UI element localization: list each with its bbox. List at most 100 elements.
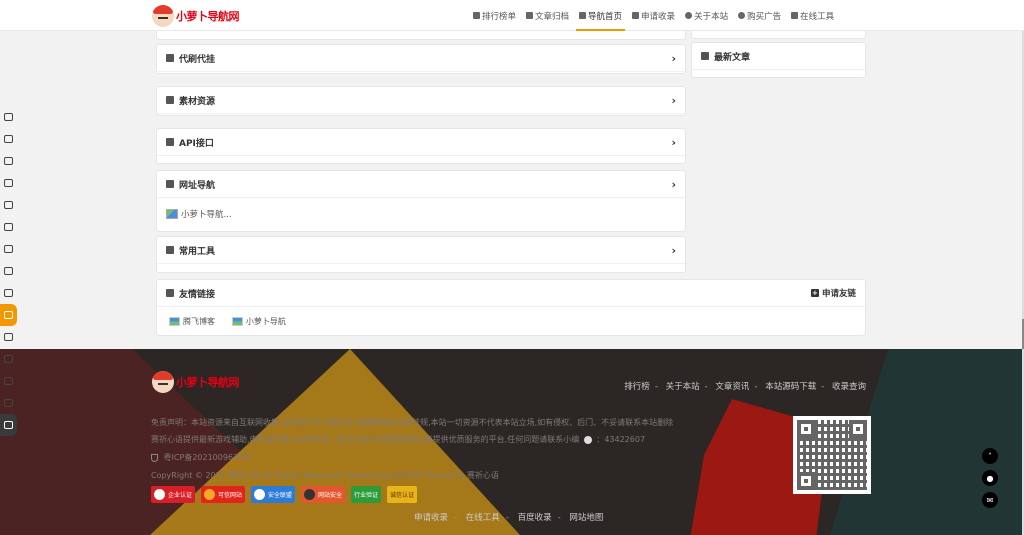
qq-icon: [583, 435, 592, 444]
chevron-right-icon[interactable]: ›: [671, 136, 676, 149]
main-nav: 排行榜单 文章归档 导航首页 申请收录 关于本站 购买广告 在线工具: [468, 0, 839, 31]
footer-qq: 43422607: [604, 435, 646, 444]
send-icon: [166, 180, 174, 188]
nav-submit[interactable]: 申请收录: [627, 0, 680, 31]
site-logo[interactable]: 小萝卜导航网: [152, 5, 240, 27]
bag-icon: [166, 54, 174, 62]
logo-text: 小萝卜导航网: [176, 10, 240, 23]
plus-square-icon: +: [810, 289, 819, 297]
footer-about: 赛祈心语提供最新游戏辅助,电影抢先看,QQ软件等。努力打造为全国网络爱好者提供优…: [151, 435, 646, 444]
footer-disclaimer: 免责声明：本站资源来自互联网收集,仅供用于学习和交流,请遵循相关法律法规,本站一…: [151, 418, 674, 427]
chevron-right-icon[interactable]: ›: [671, 94, 676, 107]
cloud-download-icon[interactable]: [0, 172, 17, 194]
android-icon[interactable]: [0, 282, 17, 304]
nav-home[interactable]: 导航首页: [574, 0, 627, 31]
badge-icon: [204, 489, 216, 500]
badge-credit[interactable]: 诚信认证: [387, 486, 418, 503]
shield-icon: [151, 453, 158, 462]
right-float-tools: ˄ ● ✉: [982, 448, 998, 514]
nav-tools[interactable]: 在线工具: [786, 0, 839, 31]
badge-site-security[interactable]: 网站安全: [301, 486, 346, 503]
home-icon: [579, 12, 587, 19]
info-icon: [685, 12, 693, 19]
music-icon[interactable]: [0, 260, 17, 282]
apply-friend-link-button[interactable]: + 申请友链: [810, 287, 856, 299]
section-sucai: 素材资源 ›: [156, 86, 686, 116]
section-api: API接口 ›: [156, 128, 686, 164]
book-icon[interactable]: [0, 128, 17, 150]
footer-link[interactable]: 申请收录: [414, 513, 448, 523]
image-icon[interactable]: [0, 348, 17, 370]
friend-links-title: 友情链接: [179, 289, 216, 300]
qq-icon[interactable]: ●: [982, 470, 998, 486]
footer-link[interactable]: 网站地图: [569, 513, 603, 523]
back-to-top-icon[interactable]: ˄: [982, 448, 998, 464]
nav-ads[interactable]: 购买广告: [733, 0, 786, 31]
nav-archive[interactable]: 文章归档: [521, 0, 574, 31]
chevron-right-icon[interactable]: ›: [671, 52, 676, 65]
link-icon: [166, 289, 174, 297]
edit-icon[interactable]: [0, 238, 17, 260]
footer-link[interactable]: 本站源码下载: [765, 382, 816, 392]
nav-about[interactable]: 关于本站: [680, 0, 733, 31]
top-navbar: 小萝卜导航网 排行榜单 文章归档 导航首页 申请收录 关于本站 购买广告 在线工…: [0, 0, 1024, 31]
bag-icon[interactable]: [0, 326, 17, 348]
badge-trusted-site[interactable]: 可信网站: [201, 486, 246, 503]
nav-ranking[interactable]: 排行榜单: [468, 0, 521, 31]
chevron-right-icon[interactable]: ›: [671, 244, 676, 257]
badge-icon: [304, 489, 316, 500]
footer-icp[interactable]: 粤ICP备2021009638号: [151, 452, 251, 463]
badge-icon: [254, 489, 266, 500]
site-link[interactable]: 小萝卜导航...: [166, 208, 232, 220]
card-icon[interactable]: [0, 304, 17, 326]
favicon-icon: [231, 317, 243, 326]
leaf-icon: [701, 52, 709, 60]
footer-link[interactable]: 收录查询: [832, 382, 866, 392]
footer-link[interactable]: 百度收录: [518, 513, 552, 523]
section-title: 网址导航: [179, 180, 216, 191]
footer-bottom-links: 申请收录 - 在线工具 - 百度收录 - 网站地图: [414, 513, 604, 523]
monitor-icon[interactable]: [0, 216, 17, 238]
left-category-toolbar: [0, 106, 17, 436]
badge-enterprise[interactable]: 企业认证: [151, 486, 196, 503]
favicon-icon: [166, 209, 178, 219]
badge-security-alliance[interactable]: 安全联盟: [251, 486, 296, 503]
thumbs-up-icon[interactable]: [0, 106, 17, 128]
section-daishua: 代刷代挂 ›: [156, 44, 686, 74]
friend-link[interactable]: 小萝卜导航: [231, 316, 286, 327]
image-icon: [166, 96, 174, 104]
mail-icon[interactable]: ✉: [982, 492, 998, 508]
site-footer: 小萝卜导航网 排行榜 - 关于本站 - 文章资讯 - 本站源码下载 - 收录查询 免责声…: [0, 349, 1024, 535]
friend-links: 友情链接 + 申请友链 腾飞博客 小萝卜导航: [156, 279, 866, 336]
refresh-icon[interactable]: [0, 370, 17, 392]
footer-links: 排行榜 - 关于本站 - 文章资讯 - 本站源码下载 - 收录查询: [624, 382, 866, 392]
footer-link[interactable]: 关于本站: [666, 382, 700, 392]
section-title: 代刷代挂: [179, 54, 216, 65]
friend-link[interactable]: 腾飞博客: [169, 316, 215, 327]
footer-link[interactable]: 文章资讯: [715, 382, 749, 392]
archive-icon: [526, 12, 534, 19]
section-title: API接口: [179, 138, 214, 149]
leaf-icon[interactable]: [0, 414, 17, 436]
qr-code: [793, 416, 871, 494]
footer-link[interactable]: 排行榜: [624, 382, 650, 392]
widget-title: 最新文章: [714, 52, 751, 63]
section-tools: 常用工具 ›: [156, 236, 686, 273]
refresh-icon: [166, 138, 174, 146]
logo-mascot-icon: [152, 371, 174, 393]
download-icon[interactable]: [0, 194, 17, 216]
badge-industry[interactable]: 行业验证: [351, 486, 382, 503]
plus-square-icon: [632, 12, 640, 19]
chart-icon: [473, 12, 480, 19]
favicon-icon: [169, 317, 180, 326]
section-wangzhi: 网址导航 › 小萝卜导航...: [156, 170, 686, 232]
trust-badges: 企业认证 可信网站 安全联盟 网站安全 行业验证 诚信认证: [151, 486, 418, 503]
leaf-icon: [166, 246, 174, 254]
chevron-right-icon[interactable]: ›: [671, 178, 676, 191]
section-title: 常用工具: [179, 246, 216, 257]
file-icon[interactable]: [0, 150, 17, 172]
send-icon[interactable]: [0, 392, 17, 414]
grid-icon: [791, 12, 799, 19]
footer-logo[interactable]: 小萝卜导航网: [152, 371, 240, 393]
footer-link[interactable]: 在线工具: [466, 513, 500, 523]
